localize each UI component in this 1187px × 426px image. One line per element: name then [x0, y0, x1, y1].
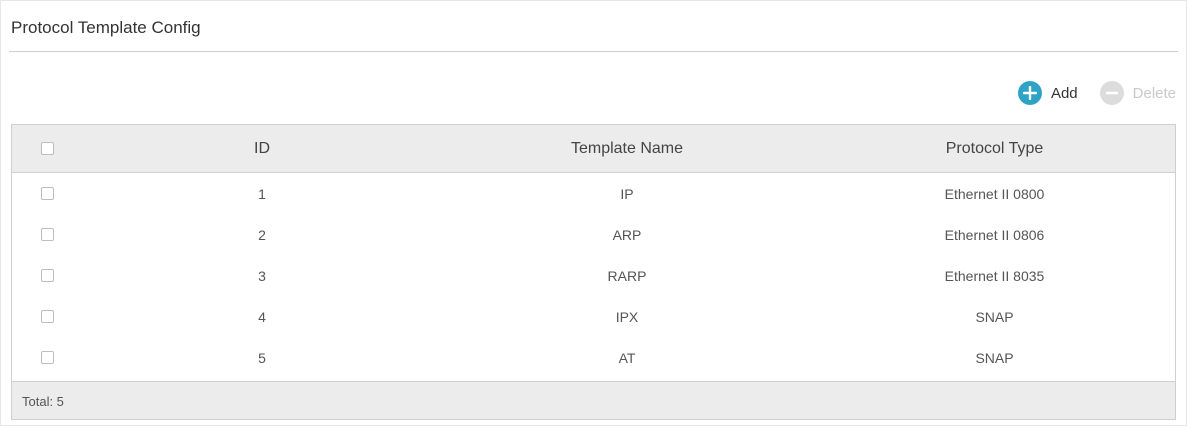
- row-protocol-type: Ethernet II 0806: [944, 226, 1045, 243]
- row-id: 4: [258, 308, 266, 325]
- title-divider: [9, 51, 1178, 52]
- table-row[interactable]: 5 AT SNAP: [12, 337, 1175, 378]
- protocol-template-panel: Protocol Template Config Add Delete ID T…: [0, 0, 1187, 426]
- table-row[interactable]: 3 RARP Ethernet II 8035: [12, 255, 1175, 296]
- row-id: 1: [258, 185, 266, 202]
- row-checkbox[interactable]: [40, 351, 54, 364]
- row-protocol-type: SNAP: [975, 308, 1014, 325]
- row-id: 5: [258, 349, 266, 366]
- row-checkbox[interactable]: [40, 269, 54, 282]
- row-checkbox[interactable]: [40, 228, 54, 241]
- row-template-name: ARP: [612, 226, 642, 243]
- column-header-template-name[interactable]: Template Name: [442, 125, 812, 172]
- row-id: 3: [258, 267, 266, 284]
- table-row[interactable]: 1 IP Ethernet II 0800: [12, 173, 1175, 214]
- delete-button-label: Delete: [1132, 84, 1176, 102]
- add-button[interactable]: Add: [1017, 81, 1078, 105]
- table-row[interactable]: 4 IPX SNAP: [12, 296, 1175, 337]
- row-template-name: IPX: [615, 308, 639, 325]
- row-checkbox[interactable]: [40, 310, 54, 323]
- plus-circle-icon: [1017, 81, 1042, 105]
- table-toolbar: Add Delete: [1017, 80, 1176, 106]
- table-row[interactable]: 2 ARP Ethernet II 0806: [12, 214, 1175, 255]
- table-footer: Total: 5: [12, 381, 1175, 419]
- table-header: ID Template Name Protocol Type: [12, 125, 1175, 173]
- header-select-all: [12, 125, 82, 172]
- total-count: Total: 5: [22, 394, 64, 409]
- row-protocol-type: Ethernet II 8035: [944, 267, 1045, 284]
- panel-title: Protocol Template Config: [11, 18, 201, 37]
- select-all-checkbox[interactable]: [40, 142, 54, 155]
- row-protocol-type: Ethernet II 0800: [944, 185, 1045, 202]
- delete-button[interactable]: Delete: [1099, 81, 1176, 105]
- row-template-name: AT: [618, 349, 636, 366]
- minus-circle-icon: [1099, 81, 1124, 105]
- row-protocol-type: SNAP: [975, 349, 1014, 366]
- row-template-name: RARP: [607, 267, 647, 284]
- protocol-template-table: ID Template Name Protocol Type 1 IP Ethe…: [11, 124, 1176, 420]
- column-header-protocol-type[interactable]: Protocol Type: [812, 125, 1177, 172]
- add-button-label: Add: [1050, 84, 1078, 102]
- row-id: 2: [258, 226, 266, 243]
- row-template-name: IP: [620, 185, 634, 202]
- column-header-id[interactable]: ID: [82, 125, 442, 172]
- row-checkbox[interactable]: [40, 187, 54, 200]
